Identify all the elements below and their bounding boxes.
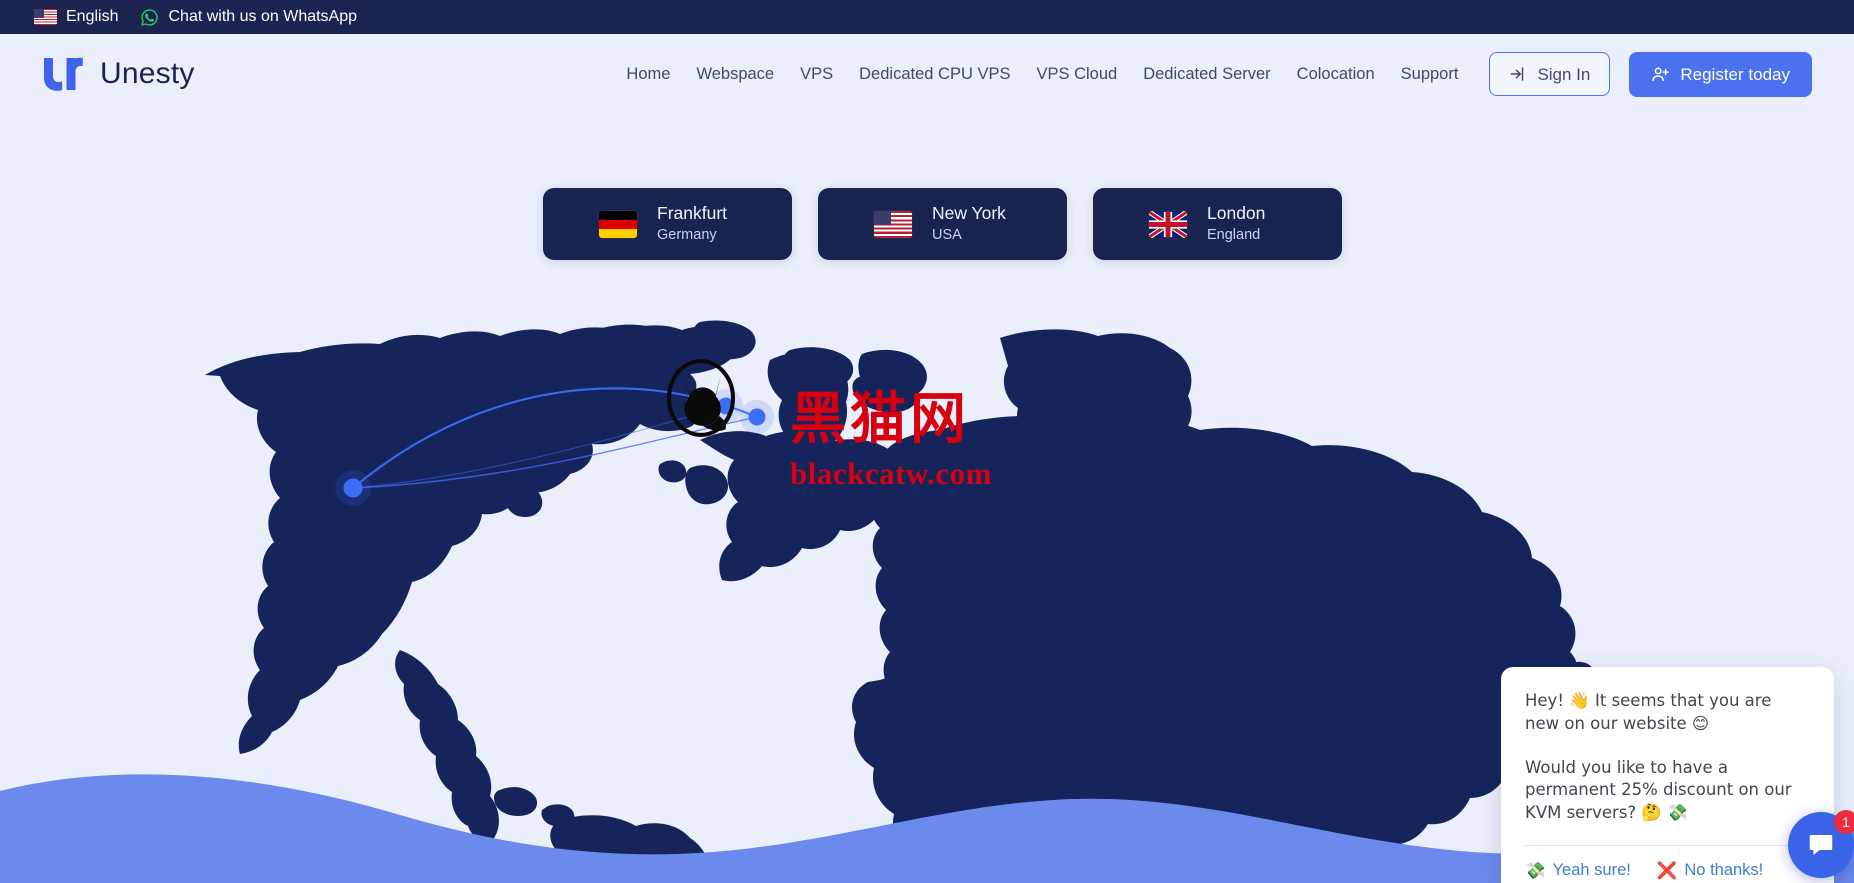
chat-bubble-icon xyxy=(1809,835,1833,855)
language-selector[interactable]: English xyxy=(34,9,118,25)
location-card-frankfurt[interactable]: Frankfurt Germany xyxy=(543,188,792,260)
chat-decline-label: No thanks! xyxy=(1684,861,1764,880)
nav-item-vps[interactable]: VPS xyxy=(787,66,846,83)
main-navigation: Home Webspace VPS Dedicated CPU VPS VPS … xyxy=(613,66,1471,83)
money-emoji-icon: 💸 xyxy=(1525,860,1546,880)
location-city: London xyxy=(1207,203,1266,224)
chat-decline-button[interactable]: ❌ No thanks! xyxy=(1657,861,1763,881)
register-button[interactable]: Register today xyxy=(1629,51,1812,97)
register-label: Register today xyxy=(1680,64,1790,84)
chat-accept-label: Yeah sure! xyxy=(1552,861,1631,880)
sign-in-button[interactable]: Sign In xyxy=(1489,52,1611,96)
location-card-new-york[interactable]: New York USA xyxy=(818,188,1067,260)
location-city: Frankfurt xyxy=(657,203,728,224)
map-nodes xyxy=(335,389,774,506)
nav-item-home[interactable]: Home xyxy=(613,66,683,83)
page-root: English Chat with us on WhatsApp Unesty … xyxy=(0,0,1854,883)
chat-accept-button[interactable]: 💸 Yeah sure! xyxy=(1525,861,1631,881)
brand-name: Unesty xyxy=(100,57,195,90)
language-label: English xyxy=(66,8,119,25)
datacenter-locations: Frankfurt Germany New York USA London En… xyxy=(543,188,1342,260)
map-landmasses xyxy=(205,320,1622,883)
nav-item-colocation[interactable]: Colocation xyxy=(1284,66,1388,83)
usa-flag-icon xyxy=(874,210,912,238)
germany-flag-icon xyxy=(599,210,637,238)
whatsapp-icon xyxy=(141,8,159,26)
location-country: USA xyxy=(932,226,962,243)
top-utility-bar: English Chat with us on WhatsApp xyxy=(0,0,1854,34)
watermark-chinese-text: 黑猫网 xyxy=(790,387,970,452)
nav-item-dedicated-cpu-vps[interactable]: Dedicated CPU VPS xyxy=(846,66,1023,83)
chat-unread-badge: 1 xyxy=(1834,810,1854,834)
location-country: England xyxy=(1207,226,1261,243)
chat-greeting-popup: Hey! 👋 It seems that you are new on our … xyxy=(1501,667,1834,883)
cross-mark-icon: ❌ xyxy=(1656,860,1678,880)
location-country: Germany xyxy=(657,226,717,243)
login-arrow-icon xyxy=(1510,67,1524,81)
sign-in-label: Sign In xyxy=(1537,64,1591,84)
map-routes xyxy=(352,387,758,489)
chat-quick-replies: 💸 Yeah sure! ❌ No thanks! xyxy=(1525,846,1810,883)
nav-item-support[interactable]: Support xyxy=(1388,66,1472,83)
nav-item-webspace[interactable]: Webspace xyxy=(683,66,787,83)
whatsapp-link[interactable]: Chat with us on WhatsApp xyxy=(140,8,357,27)
location-card-london[interactable]: London England xyxy=(1093,188,1342,260)
whatsapp-label: Chat with us on WhatsApp xyxy=(168,8,358,25)
header-actions: Sign In Register today xyxy=(1489,51,1812,97)
chat-message-1: Hey! 👋 It seems that you are new on our … xyxy=(1525,691,1772,733)
chat-message-2: Would you like to have a permanent 25% d… xyxy=(1525,757,1792,823)
site-header: Unesty Home Webspace VPS Dedicated CPU V… xyxy=(0,34,1854,114)
chat-launcher-button[interactable]: 1 xyxy=(1788,810,1854,878)
us-flag-icon xyxy=(34,9,57,25)
site-watermark: 黑猫网 blackcatw.com xyxy=(666,359,992,491)
unesty-logo-icon xyxy=(44,57,83,91)
brand-logo[interactable]: Unesty xyxy=(42,57,195,91)
location-city: New York xyxy=(932,203,1006,224)
uk-flag-icon xyxy=(1149,210,1187,238)
nav-item-vps-cloud[interactable]: VPS Cloud xyxy=(1023,66,1130,83)
watermark-url-text: blackcatw.com xyxy=(790,456,992,491)
user-plus-icon xyxy=(1652,66,1670,81)
nav-item-dedicated-server[interactable]: Dedicated Server xyxy=(1130,66,1283,83)
black-cat-logo-icon xyxy=(666,359,736,437)
